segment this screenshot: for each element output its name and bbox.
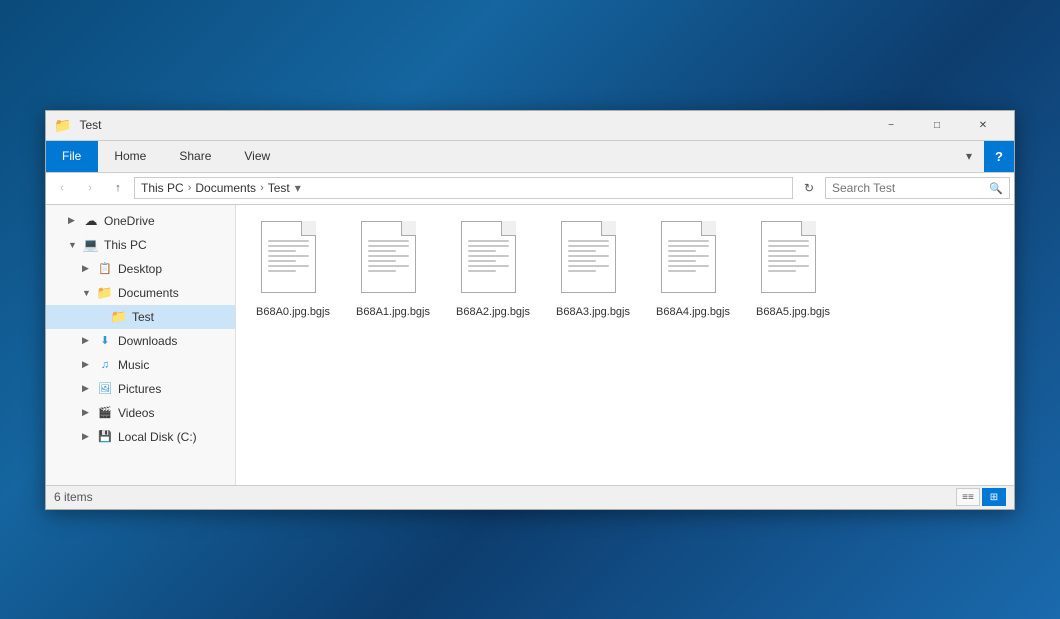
forward-button[interactable]: ›	[78, 176, 102, 200]
title-folder-icon: 📁	[54, 117, 71, 134]
sidebar-item-local-disk[interactable]: ▶ 💾 Local Disk (C:)	[46, 425, 235, 449]
sidebar-label-test: Test	[132, 310, 154, 324]
main-content: ▶ ☁ OneDrive ▼ 💻 This PC ▶ 📋 Desktop ▼ 📁…	[46, 205, 1014, 485]
music-icon: ♫	[96, 356, 114, 374]
expand-arrow-onedrive: ▶	[68, 215, 82, 226]
sidebar-item-onedrive[interactable]: ▶ ☁ OneDrive	[46, 209, 235, 233]
onedrive-icon: ☁	[82, 212, 100, 230]
item-count: 6 items	[54, 490, 93, 504]
path-documents: Documents	[195, 181, 256, 195]
file-icon-2	[461, 221, 526, 301]
expand-arrow-videos: ▶	[82, 407, 96, 418]
search-box: 🔍	[825, 177, 1010, 199]
path-this-pc: This PC	[141, 181, 184, 195]
tab-view[interactable]: View	[228, 141, 287, 172]
list-item[interactable]: B68A5.jpg.bgjs	[748, 217, 838, 323]
address-bar: ‹ › ↑ This PC › Documents › Test ▾ ↻ 🔍	[46, 173, 1014, 205]
details-view-button[interactable]: ≡≡	[956, 488, 980, 506]
maximize-button[interactable]: □	[914, 110, 960, 140]
help-button[interactable]: ?	[984, 141, 1014, 172]
list-item[interactable]: B68A1.jpg.bgjs	[348, 217, 438, 323]
file-name-0: B68A0.jpg.bgjs	[256, 305, 330, 319]
file-name-4: B68A4.jpg.bgjs	[656, 305, 730, 319]
sidebar-label-onedrive: OneDrive	[104, 214, 155, 228]
file-name-5: B68A5.jpg.bgjs	[756, 305, 830, 319]
expand-arrow-local-disk: ▶	[82, 431, 96, 442]
refresh-button[interactable]: ↻	[797, 176, 821, 200]
expand-arrow-documents: ▼	[82, 288, 96, 298]
title-bar-title: Test	[79, 118, 868, 132]
expand-arrow-downloads: ▶	[82, 335, 96, 346]
back-button[interactable]: ‹	[50, 176, 74, 200]
videos-icon: 🎬	[96, 404, 114, 422]
ribbon-expand-icon[interactable]: ▾	[954, 141, 984, 172]
file-icon-1	[361, 221, 426, 301]
sidebar-label-music: Music	[118, 358, 149, 372]
sidebar: ▶ ☁ OneDrive ▼ 💻 This PC ▶ 📋 Desktop ▼ 📁…	[46, 205, 236, 485]
file-area: B68A0.jpg.bgjs B68A1.jpg.bgjs	[236, 205, 1014, 485]
sidebar-label-desktop: Desktop	[118, 262, 162, 276]
file-icon-4	[661, 221, 726, 301]
expand-arrow-pictures: ▶	[82, 383, 96, 394]
path-sep-2: ›	[260, 182, 264, 194]
close-button[interactable]: ✕	[960, 110, 1006, 140]
explorer-window: 📁 Test − □ ✕ File Home Share View ▾ ? ‹ …	[45, 110, 1015, 510]
path-test: Test	[268, 181, 290, 195]
sidebar-item-desktop[interactable]: ▶ 📋 Desktop	[46, 257, 235, 281]
expand-arrow-desktop: ▶	[82, 263, 96, 274]
sidebar-label-documents: Documents	[118, 286, 179, 300]
search-icon[interactable]: 🔍	[989, 182, 1003, 195]
pictures-icon: 🖼	[96, 380, 114, 398]
address-dropdown-icon[interactable]: ▾	[290, 177, 306, 199]
sidebar-item-thispc[interactable]: ▼ 💻 This PC	[46, 233, 235, 257]
documents-icon: 📁	[96, 284, 114, 302]
address-path[interactable]: This PC › Documents › Test ▾	[134, 177, 793, 199]
tab-share[interactable]: Share	[163, 141, 228, 172]
tab-home[interactable]: Home	[98, 141, 163, 172]
local-disk-icon: 💾	[96, 428, 114, 446]
up-button[interactable]: ↑	[106, 176, 130, 200]
downloads-icon: ⬇	[96, 332, 114, 350]
list-item[interactable]: B68A2.jpg.bgjs	[448, 217, 538, 323]
list-item[interactable]: B68A0.jpg.bgjs	[248, 217, 338, 323]
view-buttons: ≡≡ ⊞	[956, 488, 1006, 506]
sidebar-item-documents[interactable]: ▼ 📁 Documents	[46, 281, 235, 305]
sidebar-item-music[interactable]: ▶ ♫ Music	[46, 353, 235, 377]
file-name-1: B68A1.jpg.bgjs	[356, 305, 430, 319]
sidebar-item-pictures[interactable]: ▶ 🖼 Pictures	[46, 377, 235, 401]
expand-arrow-thispc: ▼	[68, 240, 82, 250]
sidebar-label-videos: Videos	[118, 406, 154, 420]
tab-file[interactable]: File	[46, 141, 98, 172]
title-bar-icons: 📁	[54, 117, 71, 134]
sidebar-label-pictures: Pictures	[118, 382, 161, 396]
file-icon-0	[261, 221, 326, 301]
expand-arrow-music: ▶	[82, 359, 96, 370]
file-name-2: B68A2.jpg.bgjs	[456, 305, 530, 319]
search-input[interactable]	[832, 181, 989, 195]
title-bar: 📁 Test − □ ✕	[46, 111, 1014, 141]
file-icon-5	[761, 221, 826, 301]
list-item[interactable]: B68A3.jpg.bgjs	[548, 217, 638, 323]
file-icon-3	[561, 221, 626, 301]
minimize-button[interactable]: −	[868, 110, 914, 140]
list-item[interactable]: B68A4.jpg.bgjs	[648, 217, 738, 323]
tiles-view-button[interactable]: ⊞	[982, 488, 1006, 506]
sidebar-label-downloads: Downloads	[118, 334, 177, 348]
desktop-icon: 📋	[96, 260, 114, 278]
sidebar-item-videos[interactable]: ▶ 🎬 Videos	[46, 401, 235, 425]
window-controls: − □ ✕	[868, 110, 1006, 140]
sidebar-label-thispc: This PC	[104, 238, 147, 252]
thispc-icon: 💻	[82, 236, 100, 254]
test-folder-icon: 📁	[110, 308, 128, 326]
path-sep-1: ›	[188, 182, 192, 194]
sidebar-label-local-disk: Local Disk (C:)	[118, 430, 197, 444]
sidebar-item-downloads[interactable]: ▶ ⬇ Downloads	[46, 329, 235, 353]
file-name-3: B68A3.jpg.bgjs	[556, 305, 630, 319]
status-bar: 6 items ≡≡ ⊞	[46, 485, 1014, 509]
ribbon: File Home Share View ▾ ?	[46, 141, 1014, 173]
sidebar-item-test[interactable]: 📁 Test	[46, 305, 235, 329]
